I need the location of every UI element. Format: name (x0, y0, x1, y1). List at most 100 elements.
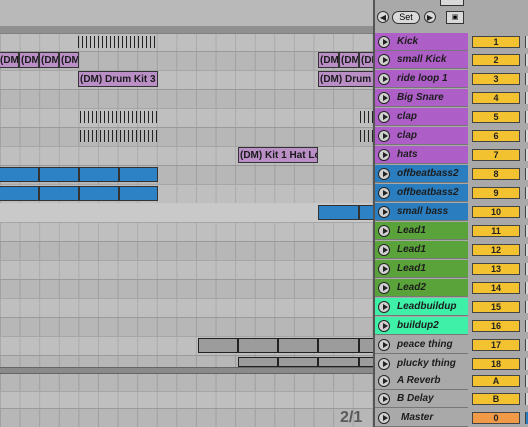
track-activator-number[interactable]: 5 (472, 111, 520, 123)
master-track-row[interactable]: Master 0 (375, 409, 528, 427)
lane-clap-2[interactable] (0, 127, 373, 147)
track-row[interactable]: peace thing 17 (375, 336, 528, 354)
clip-plucky-4[interactable] (359, 357, 373, 367)
play-icon[interactable] (378, 282, 390, 294)
master-value[interactable]: 0 (472, 412, 520, 424)
clip-peace-2[interactable] (238, 338, 278, 353)
clip-offbeatbass2-d[interactable] (119, 186, 158, 201)
play-icon[interactable] (378, 225, 390, 237)
play-icon[interactable] (378, 54, 390, 66)
return-track-header[interactable]: B Delay (375, 390, 468, 408)
clip-small-bass-b[interactable] (359, 205, 373, 220)
clip-small-bass-a[interactable] (318, 205, 359, 220)
track-header[interactable]: peace thing (375, 336, 468, 354)
clip-ride-loop-1[interactable]: (DM) Drum Kit 3 I (78, 71, 158, 87)
clip-small-kick-3[interactable]: (DM) (39, 52, 59, 68)
play-icon[interactable] (378, 92, 390, 104)
play-icon[interactable] (378, 375, 390, 387)
master-track-header[interactable]: Master (375, 409, 468, 427)
track-row[interactable]: hats 7 (375, 146, 528, 164)
play-icon[interactable] (378, 130, 390, 142)
track-activator-number[interactable]: 15 (472, 301, 520, 313)
set-locator-button[interactable]: Set (392, 11, 420, 24)
track-header[interactable]: ride loop 1 (375, 70, 468, 88)
track-activator-number[interactable]: 14 (472, 282, 520, 294)
clip-offbeatbass2-c[interactable] (79, 186, 119, 201)
track-header[interactable]: hats (375, 146, 468, 164)
track-activator-number[interactable]: 10 (472, 206, 520, 218)
lane-lead1-a[interactable] (0, 222, 373, 242)
track-header[interactable]: Lead1 (375, 222, 468, 240)
track-activator-number[interactable]: 17 (472, 339, 520, 351)
track-header[interactable]: Lead1 (375, 260, 468, 278)
lane-kick[interactable] (0, 33, 373, 52)
play-icon[interactable] (378, 168, 390, 180)
track-header[interactable]: Big Snare (375, 89, 468, 107)
track-activator-number[interactable]: 8 (472, 168, 520, 180)
track-activator-number[interactable]: 12 (472, 244, 520, 256)
clip-peace-1[interactable] (198, 338, 238, 353)
arrangement-view[interactable]: (DM) (DM) (DM) (DM (DM) (DM) (DM (DM) Dr… (0, 0, 373, 427)
play-icon[interactable] (378, 206, 390, 218)
track-row[interactable]: offbeatbass2 8 (375, 165, 528, 183)
track-row[interactable]: plucky thing 18 (375, 355, 528, 373)
track-activator-number[interactable]: 3 (472, 73, 520, 85)
clip-small-kick-1[interactable]: (DM) (0, 52, 19, 68)
track-row[interactable]: clap 5 (375, 108, 528, 126)
track-header[interactable]: offbeatbass2 (375, 184, 468, 202)
track-activator-number[interactable]: 16 (472, 320, 520, 332)
track-activator-number[interactable]: 9 (472, 187, 520, 199)
clip-plucky-2[interactable] (278, 357, 318, 367)
track-header[interactable]: offbeatbass2 (375, 165, 468, 183)
clip-small-kick-4[interactable]: (DM (59, 52, 79, 68)
play-icon[interactable] (378, 149, 390, 161)
play-icon[interactable] (378, 73, 390, 85)
clip-offbeatbass1-c[interactable] (79, 167, 119, 182)
play-icon[interactable] (378, 339, 390, 351)
clip-small-kick-7[interactable]: (DM (359, 52, 373, 68)
track-header[interactable]: Lead2 (375, 279, 468, 297)
track-header[interactable]: small Kick (375, 51, 468, 69)
clip-peace-5[interactable] (359, 338, 373, 353)
lane-lead2[interactable] (0, 279, 373, 299)
track-header[interactable]: clap (375, 108, 468, 126)
lane-a-reverb[interactable] (0, 374, 373, 392)
track-row[interactable]: clap 6 (375, 127, 528, 145)
lane-leadbuildup[interactable] (0, 298, 373, 318)
lock-icon[interactable]: ▣ (446, 11, 464, 24)
track-header[interactable]: Lead1 (375, 241, 468, 259)
track-header[interactable]: clap (375, 127, 468, 145)
next-locator-icon[interactable]: ▶ (424, 11, 436, 23)
return-track-letter[interactable]: A (472, 375, 520, 387)
track-row[interactable]: Kick 1 (375, 33, 528, 51)
clip-hats[interactable]: (DM) Kit 1 Hat Lo (238, 147, 318, 163)
lane-master[interactable] (0, 408, 373, 427)
track-row[interactable]: ride loop 1 3 (375, 70, 528, 88)
return-track-row[interactable]: A Reverb A (375, 372, 528, 390)
lane-clap-1[interactable] (0, 108, 373, 128)
track-header[interactable]: Leadbuildup (375, 298, 468, 316)
lane-buildup2[interactable] (0, 317, 373, 337)
track-row[interactable]: Lead1 12 (375, 241, 528, 259)
track-header[interactable]: plucky thing (375, 355, 468, 373)
clip-peace-4[interactable] (318, 338, 359, 353)
lane-b-delay[interactable] (0, 391, 373, 409)
track-row[interactable]: Leadbuildup 15 (375, 298, 528, 316)
track-header[interactable]: Kick (375, 33, 468, 51)
clip-plucky-1[interactable] (238, 357, 278, 367)
clip-offbeatbass1-d[interactable] (119, 167, 158, 182)
clip-small-kick-6[interactable]: (DM) (339, 52, 359, 68)
clip-peace-3[interactable] (278, 338, 318, 353)
return-track-row[interactable]: B Delay B (375, 390, 528, 408)
track-row[interactable]: Lead2 14 (375, 279, 528, 297)
clip-offbeatbass1-b[interactable] (39, 167, 79, 182)
track-activator-number[interactable]: 2 (472, 54, 520, 66)
play-icon[interactable] (378, 358, 390, 370)
track-activator-number[interactable]: 13 (472, 263, 520, 275)
play-icon[interactable] (378, 244, 390, 256)
play-icon[interactable] (378, 111, 390, 123)
play-icon[interactable] (378, 393, 390, 405)
clip-offbeatbass1-a[interactable] (0, 167, 39, 182)
track-row[interactable]: small Kick 2 (375, 51, 528, 69)
lane-big-snare[interactable] (0, 89, 373, 109)
